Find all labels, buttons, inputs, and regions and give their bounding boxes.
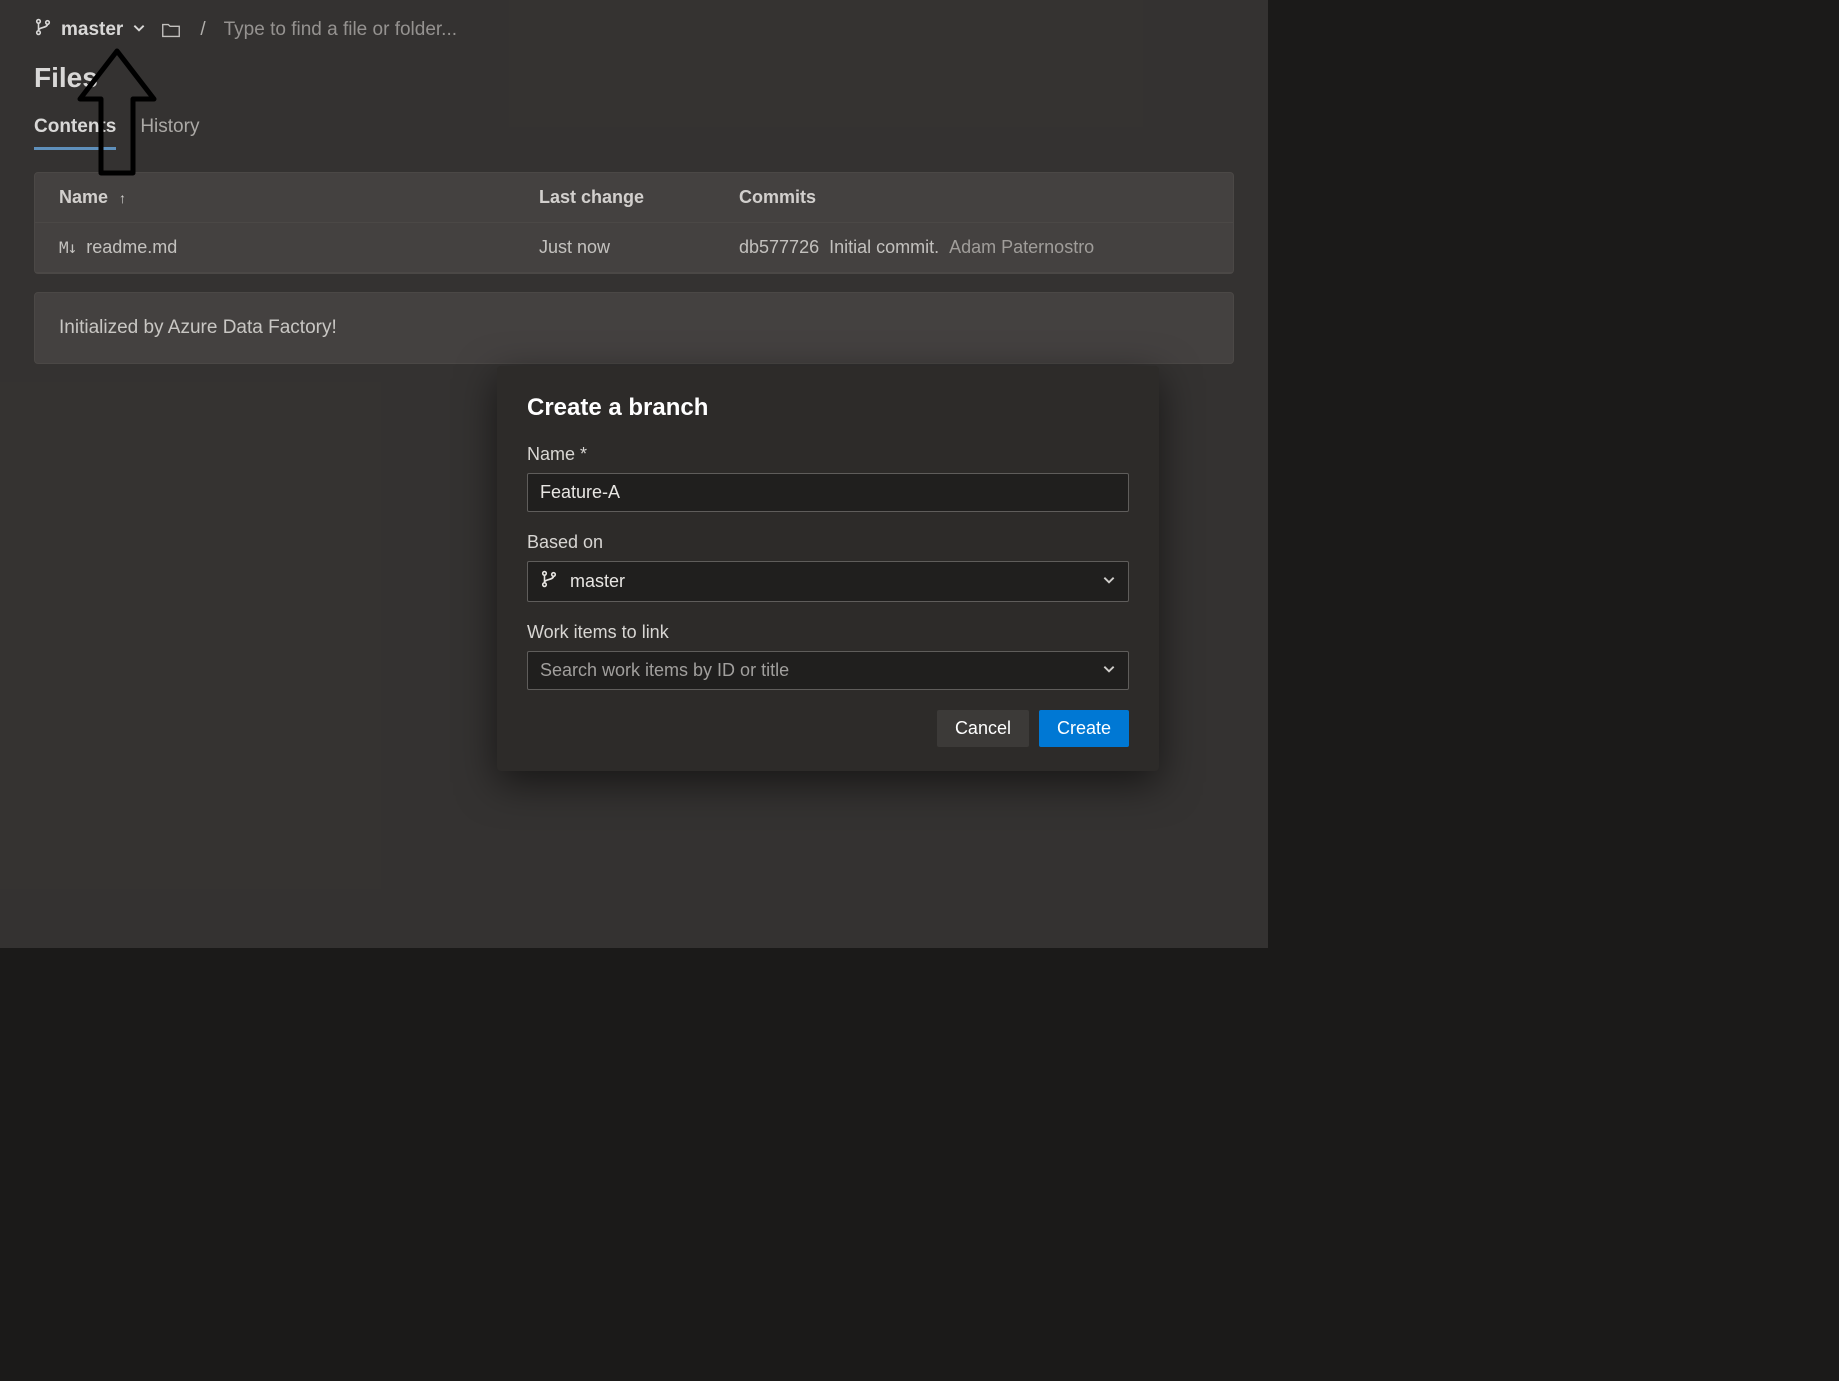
col-name[interactable]: Name ↑ [59, 187, 539, 208]
markdown-icon: M↓ [59, 238, 76, 257]
table-header: Name ↑ Last change Commits [35, 173, 1233, 223]
tabs: Contents History [0, 102, 1268, 148]
file-name: readme.md [86, 237, 177, 258]
based-on-select[interactable]: master [527, 561, 1129, 602]
commit-author[interactable]: Adam Paternostro [949, 237, 1094, 258]
tab-contents[interactable]: Contents [34, 110, 116, 148]
chevron-down-icon [1102, 660, 1116, 681]
tab-history[interactable]: History [140, 110, 199, 148]
commit-message: Initial commit. [829, 237, 939, 258]
branch-icon [540, 570, 558, 593]
chevron-down-icon [1102, 571, 1116, 592]
files-page: master / Files Contents History Name ↑ L… [0, 0, 1268, 948]
name-label: Name * [527, 444, 1129, 465]
field-name: Name * [527, 444, 1129, 512]
file-commit: db577726 Initial commit. Adam Paternostr… [739, 237, 1209, 258]
readme-preview: Initialized by Azure Data Factory! [34, 292, 1234, 364]
field-work-items: Work items to link Search work items by … [527, 622, 1129, 690]
breadcrumb-separator: / [200, 19, 205, 41]
based-on-label: Based on [527, 532, 1129, 553]
create-branch-dialog: Create a branch Name * Based on master [497, 366, 1159, 771]
cancel-button[interactable]: Cancel [937, 710, 1029, 747]
file-cell: M↓ readme.md [59, 237, 539, 258]
chevron-down-icon [132, 19, 146, 41]
create-button[interactable]: Create [1039, 710, 1129, 747]
branch-selector[interactable]: master [34, 18, 146, 42]
dialog-title: Create a branch [527, 394, 1129, 422]
branch-icon [34, 18, 52, 42]
branch-name: master [61, 19, 123, 41]
col-name-label: Name [59, 187, 108, 207]
branch-name-input[interactable] [527, 473, 1129, 512]
breadcrumb-row: master / [0, 0, 1268, 50]
sort-ascending-icon: ↑ [119, 190, 126, 206]
field-based-on: Based on master [527, 532, 1129, 602]
page-title: Files [0, 50, 1268, 102]
file-last-change: Just now [539, 237, 739, 258]
table-row[interactable]: M↓ readme.md Just now db577726 Initial c… [35, 223, 1233, 273]
based-on-value: master [570, 571, 625, 592]
col-commits[interactable]: Commits [739, 187, 1209, 208]
work-items-placeholder: Search work items by ID or title [540, 660, 789, 681]
file-search-input[interactable] [224, 19, 724, 41]
work-items-label: Work items to link [527, 622, 1129, 643]
commit-hash[interactable]: db577726 [739, 237, 819, 258]
work-items-select[interactable]: Search work items by ID or title [527, 651, 1129, 690]
file-table: Name ↑ Last change Commits M↓ readme.md … [34, 172, 1234, 274]
folder-icon [160, 19, 182, 41]
dialog-buttons: Cancel Create [527, 710, 1129, 747]
col-last-change[interactable]: Last change [539, 187, 739, 208]
